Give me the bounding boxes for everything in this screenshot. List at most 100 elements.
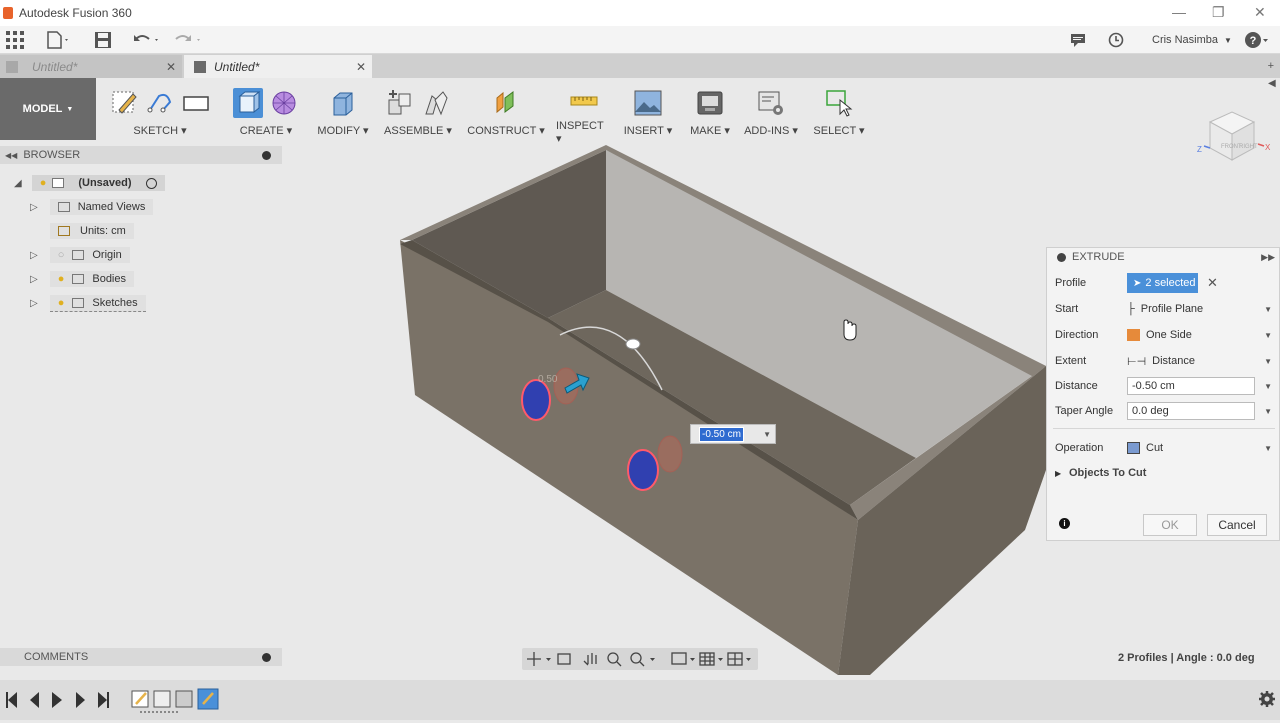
distance-manipulator-input[interactable]: -0.50 cm ▼	[690, 424, 776, 444]
add-tab-icon[interactable]: +	[1268, 60, 1274, 72]
select-menu[interactable]: SELECT ▾	[813, 124, 864, 137]
visibility-bulb-icon[interactable]: ●	[40, 177, 47, 189]
modify-menu[interactable]: MODIFY ▾	[317, 124, 368, 137]
comments-panel-header[interactable]: COMMENTS	[0, 648, 282, 666]
expand-triangle-icon[interactable]: ▷	[30, 298, 38, 309]
previous-step-button[interactable]	[24, 680, 44, 720]
go-to-start-button[interactable]	[0, 680, 18, 720]
form-icon[interactable]	[269, 88, 299, 118]
distance-manipulator-value[interactable]: -0.50 cm	[699, 426, 744, 442]
notifications-icon[interactable]	[1070, 30, 1086, 50]
chevron-down-icon[interactable]: ▼	[1264, 382, 1272, 391]
extrude-icon[interactable]	[233, 88, 263, 118]
browser-title: BROWSER	[23, 149, 81, 161]
expand-triangle-icon[interactable]: ▷	[30, 250, 38, 261]
timeline-settings-icon[interactable]	[1258, 690, 1276, 711]
restore-icon[interactable]: ❐	[1212, 4, 1225, 21]
cancel-button[interactable]: Cancel	[1207, 514, 1267, 536]
joint-icon[interactable]	[421, 88, 451, 118]
undo-icon[interactable]	[132, 30, 162, 50]
press-pull-icon[interactable]	[328, 88, 358, 118]
browser-panel-header[interactable]: ◀◀ BROWSER	[0, 146, 282, 164]
workspace-label: MODEL	[22, 103, 63, 115]
go-to-end-button[interactable]	[96, 680, 116, 720]
create-sketch-icon[interactable]	[109, 88, 139, 118]
browser-item-bodies[interactable]: ▷ ● Bodies	[30, 270, 134, 288]
sketch-menu[interactable]: SKETCH ▾	[133, 124, 186, 137]
orbit-icon	[527, 652, 541, 666]
profile-plane-icon: ├	[1127, 303, 1135, 315]
browser-root[interactable]: ◢ ● (Unsaved)	[14, 174, 165, 192]
3d-print-icon[interactable]	[695, 88, 725, 118]
browser-item-named-views[interactable]: ▷ Named Views	[30, 198, 154, 216]
chevron-down-icon[interactable]: ▼	[1264, 407, 1272, 416]
close-window-icon[interactable]: ✕	[1254, 4, 1266, 21]
user-menu[interactable]: Cris Nasimba ▼	[1152, 30, 1232, 50]
start-select[interactable]: ├ Profile Plane ▼	[1127, 299, 1274, 319]
create-menu[interactable]: CREATE ▾	[240, 124, 292, 137]
profile-selection[interactable]: ➤ 2 selected	[1127, 273, 1198, 293]
operation-select[interactable]: Cut ▼	[1127, 438, 1274, 458]
info-icon[interactable]: i	[1059, 518, 1070, 529]
next-step-button[interactable]	[72, 680, 92, 720]
insert-menu[interactable]: INSERT ▾	[624, 124, 673, 137]
insert-canvas-icon[interactable]	[633, 88, 663, 118]
extrude-dialog-header[interactable]: EXTRUDE ▶▶	[1047, 248, 1279, 266]
chevron-down-icon: ▼	[1264, 330, 1272, 340]
scripts-addins-icon[interactable]	[756, 88, 786, 118]
redo-icon[interactable]	[174, 30, 204, 50]
expand-triangle-icon[interactable]: ▷	[30, 202, 38, 213]
objects-to-cut-row[interactable]: ▶ Objects To Cut	[1047, 462, 1280, 484]
expand-dialog-icon[interactable]: ▶▶	[1261, 252, 1275, 263]
tab-untitled-2[interactable]: Untitled* ✕	[184, 55, 372, 78]
distance-input[interactable]: -0.50 cm	[1127, 377, 1255, 395]
taper-input[interactable]: 0.0 deg	[1127, 402, 1255, 420]
close-tab-icon[interactable]: ✕	[356, 60, 366, 74]
chevron-down-icon: ▼	[1224, 35, 1232, 45]
select-icon[interactable]	[824, 88, 854, 118]
apps-grid-icon[interactable]	[6, 30, 24, 50]
timeline-features[interactable]	[130, 689, 220, 711]
close-tab-icon[interactable]: ✕	[166, 60, 176, 74]
new-component-icon[interactable]	[385, 88, 415, 118]
add-comment-icon[interactable]	[262, 652, 271, 662]
help-icon[interactable]: ?	[1244, 30, 1270, 50]
play-button[interactable]	[48, 680, 68, 720]
make-menu[interactable]: MAKE ▾	[690, 124, 730, 137]
extent-select[interactable]: ⊢⊣ Distance ▼	[1127, 351, 1274, 371]
file-menu-icon[interactable]	[46, 30, 70, 50]
clear-selection-icon[interactable]: ✕	[1207, 275, 1218, 291]
ok-button[interactable]: OK	[1143, 514, 1197, 536]
chevron-down-icon[interactable]: ▼	[763, 430, 771, 439]
expand-triangle-icon[interactable]: ▷	[30, 274, 38, 285]
browser-item-units[interactable]: Units: cm	[50, 222, 134, 240]
activate-radio-icon[interactable]	[145, 177, 157, 189]
rectangle-icon[interactable]	[181, 88, 211, 118]
visibility-bulb-icon[interactable]: ●	[58, 273, 65, 285]
minimize-icon[interactable]: —	[1172, 4, 1186, 20]
addins-menu[interactable]: ADD-INS ▾	[744, 124, 798, 137]
job-status-icon[interactable]	[1108, 30, 1124, 50]
direction-select[interactable]: One Side ▼	[1127, 325, 1274, 345]
collapse-triangle-icon[interactable]: ◢	[14, 178, 22, 189]
workspace-switcher[interactable]: MODEL ▼	[0, 78, 96, 140]
offset-plane-icon[interactable]	[491, 88, 521, 118]
viewcube-home-icon[interactable]: ◀	[1268, 78, 1276, 89]
construct-menu[interactable]: CONSTRUCT ▾	[467, 124, 544, 137]
browser-item-origin[interactable]: ▷ ○ Origin	[30, 246, 130, 264]
save-icon[interactable]	[94, 30, 112, 50]
distance-field[interactable]: -0.50 cm ▼	[1127, 376, 1274, 396]
line-icon[interactable]	[145, 88, 175, 118]
measure-icon[interactable]	[569, 86, 599, 116]
collapse-arrows-icon[interactable]: ◀◀	[5, 151, 17, 160]
collapse-dialog-icon[interactable]	[1057, 252, 1066, 262]
visibility-bulb-icon[interactable]: ○	[58, 249, 65, 261]
browser-pin-icon[interactable]	[262, 150, 271, 160]
assemble-menu[interactable]: ASSEMBLE ▾	[384, 124, 452, 137]
taper-field[interactable]: 0.0 deg ▼	[1127, 401, 1274, 421]
ghost-distance-label: 0.50	[538, 374, 558, 385]
visibility-bulb-icon[interactable]: ●	[58, 297, 65, 309]
tab-untitled-1[interactable]: Untitled* ✕	[0, 55, 182, 78]
expand-triangle-icon[interactable]: ▶	[1055, 469, 1061, 478]
browser-item-sketches[interactable]: ▷ ● Sketches	[30, 294, 146, 312]
